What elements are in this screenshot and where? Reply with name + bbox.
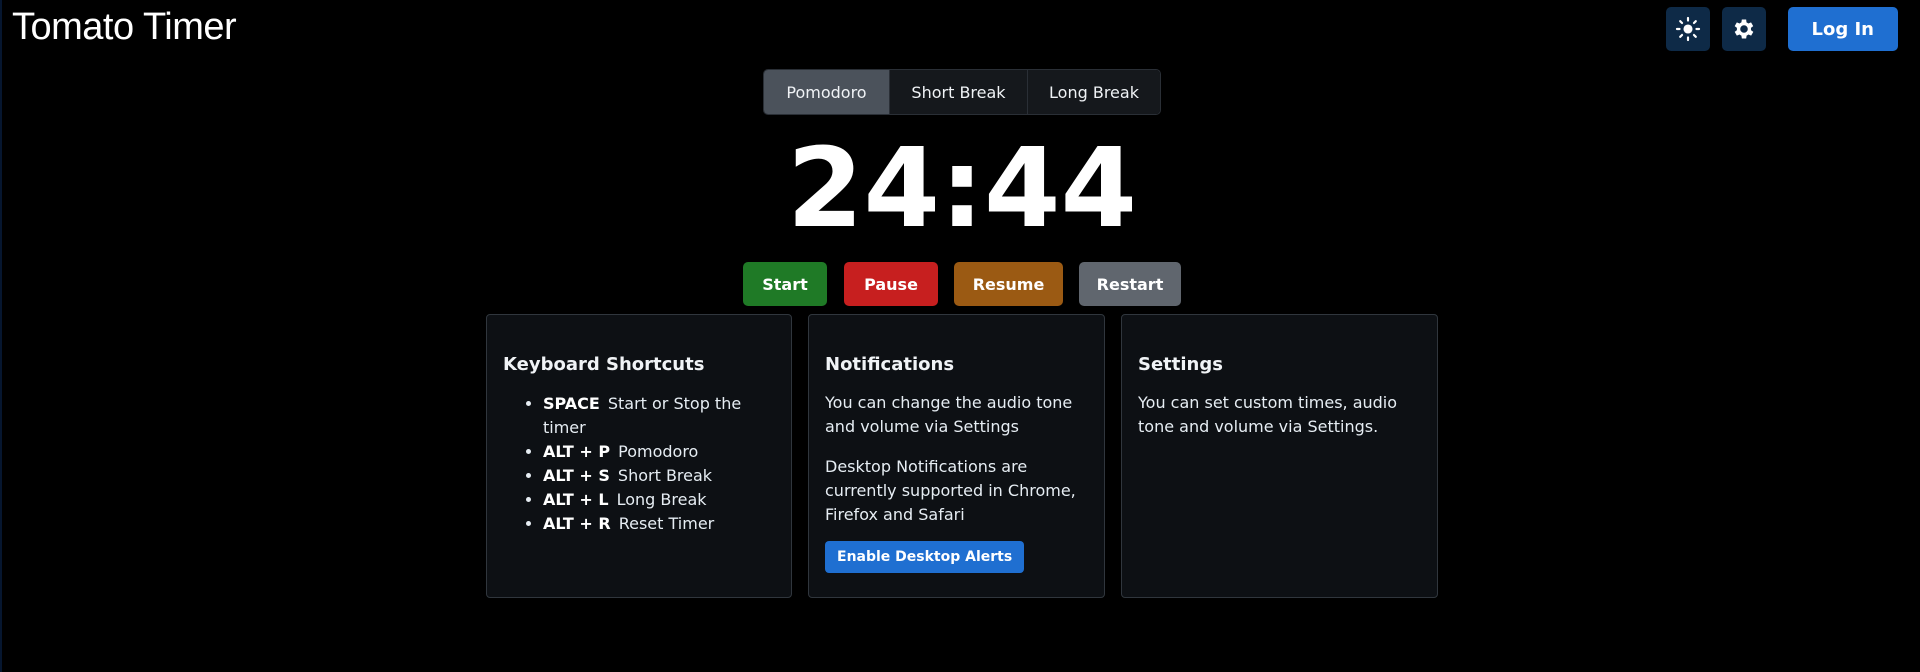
timer-display: 24:44 <box>786 124 1138 252</box>
notifications-text-support: Desktop Notifications are currently supp… <box>825 457 1076 524</box>
shortcut-key: ALT + P <box>543 442 611 461</box>
shortcut-desc: Long Break <box>616 490 707 509</box>
keyboard-shortcuts-card: Keyboard Shortcuts SPACEStart or Stop th… <box>486 314 792 598</box>
tab-short-break[interactable]: Short Break <box>890 70 1028 114</box>
header-actions: Log In <box>1665 7 1898 51</box>
mode-tabs: Pomodoro Short Break Long Break <box>763 69 1161 115</box>
list-item: ALT + P Pomodoro <box>543 440 775 464</box>
settings-text: You can set custom times, audio tone and… <box>1138 393 1398 436</box>
enable-desktop-alerts-button[interactable]: Enable Desktop Alerts <box>825 541 1025 573</box>
shortcut-desc: Reset Timer <box>618 514 715 533</box>
card-title: Settings <box>1138 354 1223 375</box>
tab-long-break[interactable]: Long Break <box>1028 70 1160 114</box>
shortcut-key: ALT + S <box>543 466 610 485</box>
theme-toggle-button[interactable] <box>1665 7 1710 51</box>
app-title: Tomato Timer <box>12 6 237 48</box>
shortcut-desc: Pomodoro <box>618 442 699 461</box>
timer-controls: Start Pause Resume Restart <box>743 262 1181 306</box>
shortcut-key: SPACE <box>543 394 600 413</box>
start-button[interactable]: Start <box>743 262 827 306</box>
shortcut-key: ALT + R <box>543 514 611 533</box>
sun-icon <box>1675 16 1700 42</box>
login-button[interactable]: Log In <box>1787 7 1898 51</box>
list-item: ALT + L Long Break <box>543 488 775 512</box>
resume-button[interactable]: Resume <box>954 262 1063 306</box>
shortcut-key: ALT + L <box>543 490 609 509</box>
list-item: ALT + R Reset Timer <box>543 512 775 536</box>
tab-pomodoro[interactable]: Pomodoro <box>764 70 890 114</box>
pause-button[interactable]: Pause <box>844 262 938 306</box>
shortcut-desc: Short Break <box>617 466 713 485</box>
restart-button[interactable]: Restart <box>1079 262 1181 306</box>
list-item: SPACEStart or Stop the timer <box>543 392 775 440</box>
settings-button[interactable] <box>1721 7 1766 51</box>
notifications-text-audio: You can change the audio tone and volume… <box>825 393 1073 436</box>
card-title: Keyboard Shortcuts <box>503 354 705 375</box>
notifications-card: Notifications You can change the audio t… <box>808 314 1105 598</box>
card-title: Notifications <box>825 354 955 375</box>
shortcut-list: SPACEStart or Stop the timer ALT + P Pomo… <box>503 392 775 536</box>
list-item: ALT + S Short Break <box>543 464 775 488</box>
gear-icon <box>1734 19 1753 39</box>
settings-card: Settings You can set custom times, audio… <box>1121 314 1438 598</box>
